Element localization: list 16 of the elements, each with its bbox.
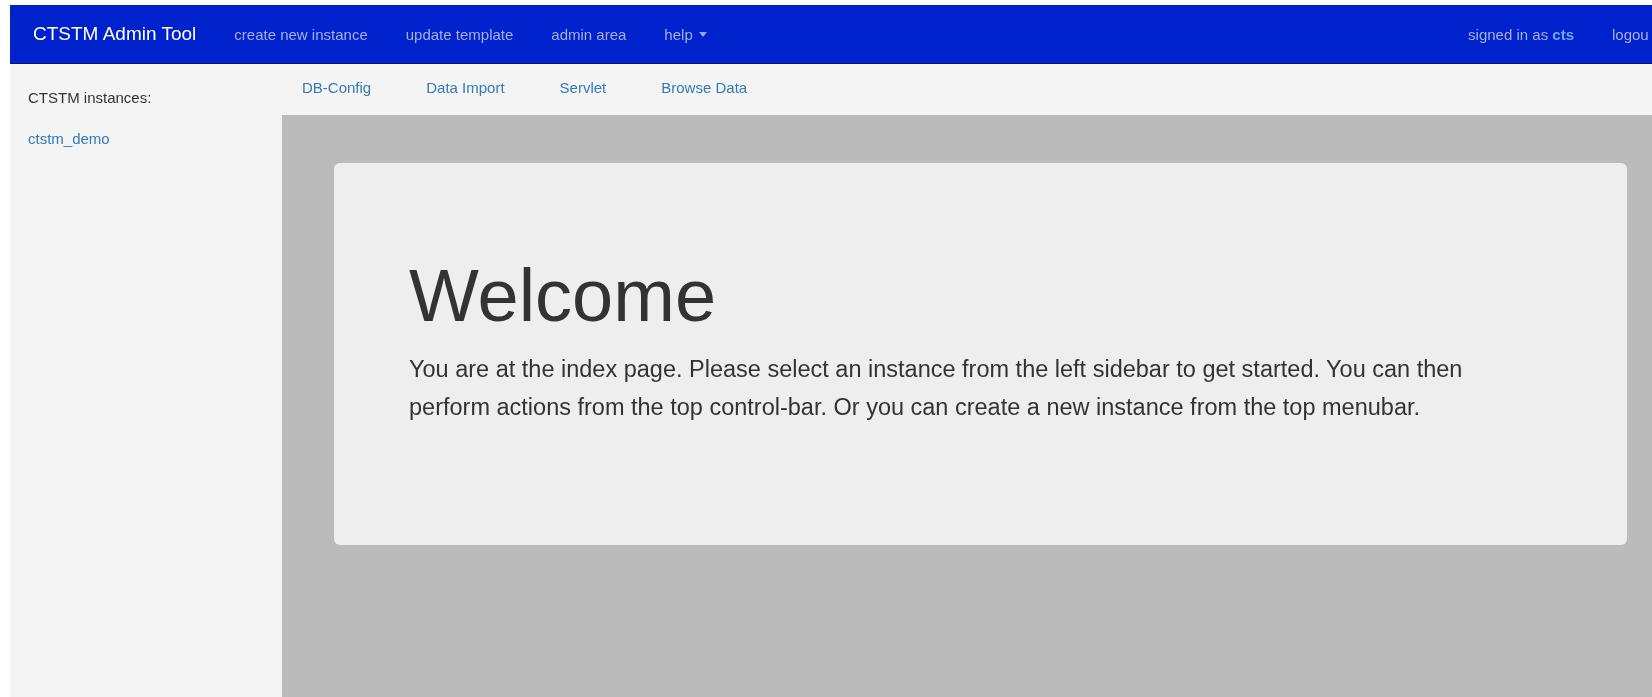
sidebar-heading: CTSTM instances: — [28, 89, 153, 106]
caret-icon — [698, 31, 707, 37]
welcome-text: You are at the index page. Please select an instance from the left sidebar to get started. You can then perform actions from the top control-bar. Or you can create a new instance from the top menubar. — [409, 355, 1464, 423]
brand-title[interactable]: CTSTM Admin Tool — [33, 23, 197, 45]
sidebar-item[interactable]: ctstm_demo — [28, 130, 282, 147]
nav-link[interactable]: admin area — [551, 25, 627, 43]
logout-link[interactable]: logou — [1612, 25, 1652, 43]
control-bar-link[interactable]: Servlet — [559, 79, 607, 96]
nav-link[interactable]: update template — [405, 25, 514, 43]
nav-link[interactable]: create new instance — [234, 25, 368, 43]
control-bar-link[interactable]: Data Import — [426, 79, 505, 96]
nav-link[interactable]: help — [664, 25, 707, 43]
control-bar-link[interactable]: DB-Config — [302, 79, 372, 96]
signed-in-text: signed in as cts — [1468, 25, 1574, 43]
welcome-title: Welcome — [409, 255, 718, 337]
control-bar-link[interactable]: Browse Data — [661, 79, 748, 96]
